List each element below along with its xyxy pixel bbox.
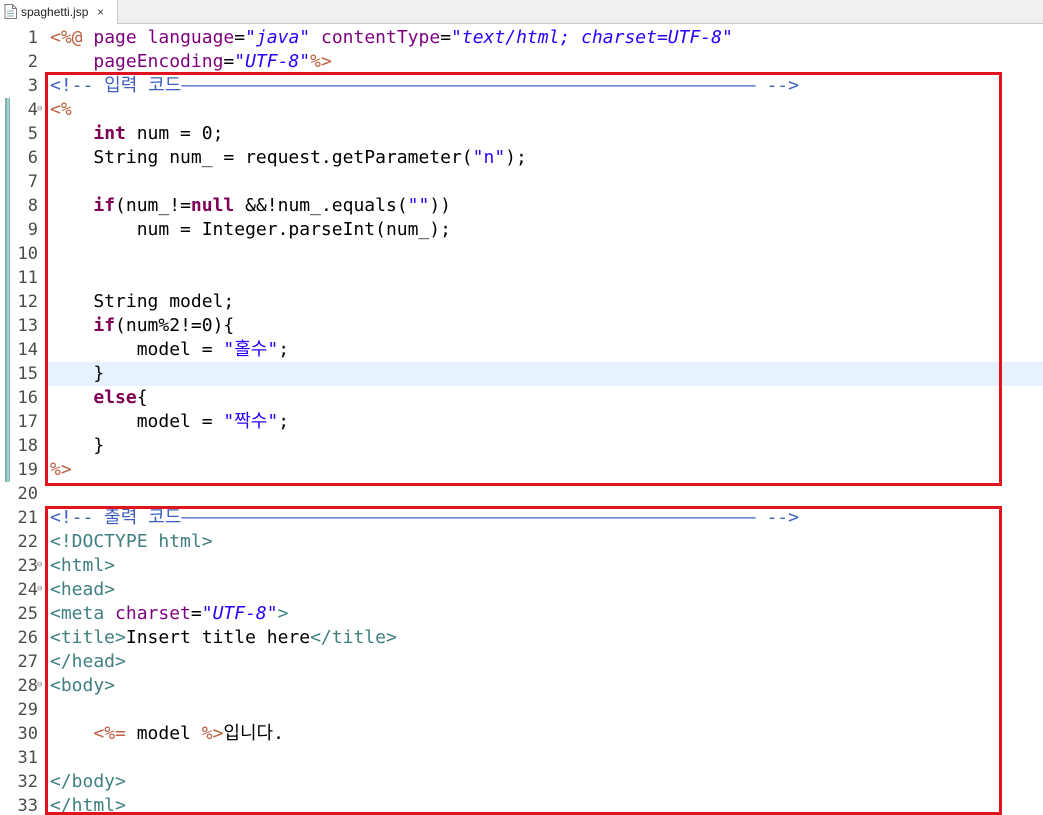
jsp-directive-close: %> xyxy=(310,51,332,72)
equals: = xyxy=(234,27,246,48)
code-editor[interactable]: 1 2 3 4 5 6 7 8 9 10 11 12 13 14 15 16 1… xyxy=(0,24,1043,815)
line-number: 8 xyxy=(27,196,38,216)
editor-tab-bar: spaghetti.jsp × xyxy=(0,0,1043,24)
line-number: 10 xyxy=(17,244,38,264)
attr-name: language xyxy=(147,27,235,48)
line-number: 3 xyxy=(27,76,38,96)
highlight-box-output-code xyxy=(45,506,1002,815)
jsp-directive-open: <%@ xyxy=(50,27,83,48)
line-number: 28 xyxy=(17,676,38,696)
line-number: 29 xyxy=(17,700,38,720)
line-number: 20 xyxy=(17,484,38,504)
line-number: 7 xyxy=(27,172,38,192)
line-number: 33 xyxy=(17,796,38,815)
equals: = xyxy=(223,51,235,72)
line-number: 24 xyxy=(17,580,38,600)
line-number: 2 xyxy=(27,52,38,72)
close-icon[interactable]: × xyxy=(97,5,104,19)
line-number: 16 xyxy=(17,388,38,408)
line-number: 21 xyxy=(17,508,38,528)
line-number: 18 xyxy=(17,436,38,456)
line-number: 9 xyxy=(27,220,38,240)
directive-name: page xyxy=(93,27,137,48)
code-line-2: pageEncoding="UTF-8"%> xyxy=(50,50,332,74)
highlight-box-input-code xyxy=(45,72,1002,486)
fold-collapse-icon[interactable]: ⊖ xyxy=(37,105,44,114)
line-number: 6 xyxy=(27,148,38,168)
jsp-file-icon xyxy=(4,4,17,19)
line-number: 23 xyxy=(17,556,38,576)
equals: = xyxy=(440,27,452,48)
line-number: 13 xyxy=(17,316,38,336)
attr-value: "UTF-8" xyxy=(234,51,311,72)
line-number: 31 xyxy=(17,748,38,768)
line-number: 5 xyxy=(27,124,38,144)
line-number: 30 xyxy=(17,724,38,744)
fold-collapse-icon[interactable]: ⊖ xyxy=(37,681,44,690)
line-number: 11 xyxy=(17,268,38,288)
fold-collapse-icon[interactable]: ⊖ xyxy=(37,585,44,594)
attr-name: contentType xyxy=(320,27,441,48)
line-number: 17 xyxy=(17,412,38,432)
line-number: 15 xyxy=(17,364,38,384)
line-number: 4 xyxy=(27,100,38,120)
attr-name: pageEncoding xyxy=(93,51,224,72)
attr-value: "text/html; charset=UTF-8" xyxy=(451,27,733,48)
line-number: 19 xyxy=(17,460,38,480)
line-number: 32 xyxy=(17,772,38,792)
attr-value: "java" xyxy=(245,27,311,48)
line-number: 1 xyxy=(27,28,38,48)
tab-spaghetti-jsp[interactable]: spaghetti.jsp × xyxy=(0,0,118,24)
line-number: 12 xyxy=(17,292,38,312)
line-number: 22 xyxy=(17,532,38,552)
line-number: 14 xyxy=(17,340,38,360)
fold-collapse-icon[interactable]: ⊖ xyxy=(37,561,44,570)
tab-label: spaghetti.jsp xyxy=(21,5,89,19)
line-number: 25 xyxy=(17,604,38,624)
code-line-1: <%@ page language="java" contentType="te… xyxy=(50,26,733,50)
line-number: 27 xyxy=(17,652,38,672)
line-number: 26 xyxy=(17,628,38,648)
